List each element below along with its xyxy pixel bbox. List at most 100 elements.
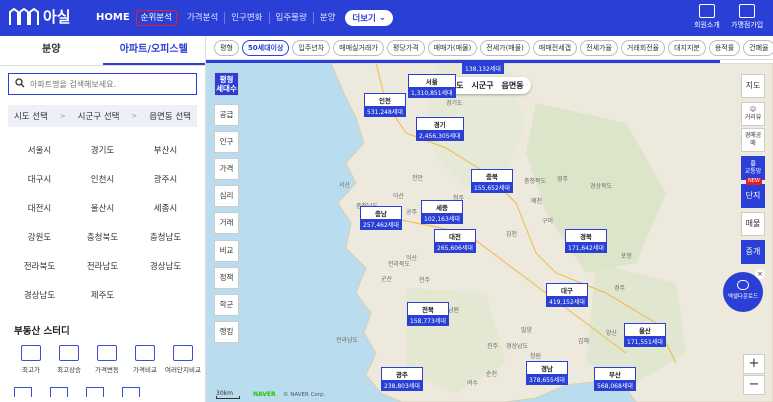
level-eupmyeondong[interactable]: 읍면동 [502,80,524,91]
tool-icon[interactable] [50,387,68,397]
region-item[interactable]: 서울시 [8,137,71,166]
map-label: 순천 [486,371,498,378]
filter-chip[interactable]: 입주년차 [292,39,331,56]
map-btn-trade[interactable]: 거래 [214,212,239,234]
filter-chip[interactable]: 평당가격 [386,39,425,56]
tool-highest-rise[interactable]: 최고상승 [50,345,88,374]
member-intro-button[interactable]: 회원소개 [694,4,720,30]
region-item[interactable]: 세종시 [134,195,197,224]
filter-chip[interactable]: 매매가(매물) [427,39,478,56]
map-marker-gyeongbuk[interactable]: 경북 171,642세대 [565,229,607,253]
map-marker-gyeongnam[interactable]: 경남 378,655세대 [526,361,568,385]
region-item[interactable]: 전라북도 [8,253,71,282]
map-marker-ulsan[interactable]: 울산 171,551세대 [624,323,666,347]
region-item[interactable]: 대구시 [8,166,71,195]
filter-chip[interactable]: 대지지분 [668,39,706,56]
region-item[interactable]: 부산시 [134,137,197,166]
map-marker-incheon[interactable]: 인천 531,248세대 [364,93,406,117]
map-marker-busan[interactable]: 부산 568,068세대 [594,367,636,391]
filter-chip[interactable]: 매매실거래가 [333,39,384,56]
map-marker-gwangju[interactable]: 광주 238,803세대 [381,367,423,391]
logo[interactable]: 아실 [9,6,71,27]
filter-chip[interactable]: 거래회전율 [620,39,666,56]
filter-chip[interactable]: 평형 [214,39,239,56]
complex-button[interactable]: NEW 단지 [741,178,765,208]
map-marker-jeonbuk[interactable]: 전북 158,773세대 [407,302,449,326]
map-btn-ranking[interactable]: 랭킹 [214,321,239,343]
tab-presale[interactable]: 분양 [0,36,103,65]
map-marker-chungnam[interactable]: 충남 257,462세대 [360,206,402,230]
region-item[interactable]: 전라남도 [71,253,134,282]
map-marker-daegu[interactable]: 대구 419,152세대 [546,283,588,307]
map-marker-seoul[interactable]: 서울 1,310,851세대 [408,74,456,98]
broker-button[interactable]: 증개 [741,240,765,264]
nav-supply[interactable]: 입주물량 [270,12,314,24]
map-btn-sentiment[interactable]: 심리 [214,185,239,207]
filter-chip[interactable]: 전세가율 [580,39,618,56]
map-label: 경상북도 [590,183,613,190]
sigungu-select[interactable]: 시군구 선택 [78,110,120,122]
rising-building-icon [59,345,79,361]
nav-presale[interactable]: 분양 [314,12,342,24]
region-item[interactable]: 경기도 [71,137,134,166]
street-view-button[interactable]: ☺ 거리뷰 [741,102,765,126]
tool-multi-compare[interactable]: 여러단지비교 [164,345,202,374]
zoom-in-button[interactable]: + [743,354,765,374]
map-btn-school[interactable]: 학군 [214,294,239,316]
region-item[interactable]: 충청북도 [71,224,134,253]
tool-label: 여러단지비교 [165,366,201,374]
nav-ranking[interactable]: 순위분석 [135,10,177,26]
sido-select[interactable]: 시도 선택 [14,110,48,122]
franchise-join-button[interactable]: 가맹점가입 [731,4,763,30]
search-input[interactable] [30,79,190,89]
map-marker-daejeon[interactable]: 대전 265,606세대 [434,229,476,253]
nav-price[interactable]: 가격분석 [181,12,226,24]
map-size-toggle[interactable]: 평형 세대수 [214,72,239,96]
close-icon[interactable]: × [755,269,765,279]
region-item[interactable]: 대전시 [8,195,71,224]
transit-button[interactable]: 🚆︎ 교통망 [741,156,765,180]
map-btn-supply[interactable]: 공급 [214,104,239,126]
map-btn-policy[interactable]: 정책 [214,267,239,289]
tab-apartment[interactable]: 아파트/오피스텔 [102,36,205,65]
more-button[interactable]: 더보기 ⌄ [345,10,394,26]
map-marker-gyeonggi[interactable]: 경기 2,456,305세대 [416,117,464,141]
tool-price-compare[interactable]: 가격비교 [126,345,164,374]
map-marker-sejong[interactable]: 세종 102,163세대 [421,200,463,224]
nav-home[interactable]: HOME [90,12,136,24]
region-item[interactable]: 강원도 [8,224,71,253]
map[interactable]: 경기도 충청북도 경상북도 충청남도 전라북도 경상남도 전라남도 서산 예천 … [206,63,773,402]
region-item[interactable]: 경상남도 [134,253,197,282]
filter-chip-active[interactable]: 50세대이상 [241,39,290,56]
map-btn-compare[interactable]: 비교 [214,240,239,262]
map-type-button[interactable]: 지도 [741,74,765,98]
tool-icon[interactable] [86,387,104,397]
tool-highest-price[interactable]: 최고가 [12,345,50,374]
region-item[interactable]: 광주시 [134,166,197,195]
nav-population[interactable]: 인구변화 [225,12,270,24]
region-item[interactable]: 충청남도 [134,224,197,253]
tool-icon[interactable] [122,387,140,397]
tool-price-change[interactable]: 가격변동 [88,345,126,374]
tool-icon[interactable] [14,387,32,397]
region-item[interactable]: 인천시 [71,166,134,195]
auction-button[interactable]: 경매공매 [741,128,765,152]
map-btn-price[interactable]: 가격 [214,158,239,180]
map-marker-chungbuk[interactable]: 충북 155,652세대 [471,169,513,193]
study-tools: 최고가 최고상승 가격변동 가격비교 여러단지비교 [12,345,205,374]
map-marker-gangwon[interactable]: 138,132세대 [462,63,504,74]
map-btn-population[interactable]: 인구 [214,131,239,153]
level-sigungu[interactable]: 시군구 [471,80,493,91]
region-item[interactable]: 울산시 [71,195,134,224]
filter-chip[interactable]: 용적률 [708,39,741,56]
filter-chip[interactable]: 건폐율 [743,39,773,56]
region-item[interactable]: 제주도 [71,282,134,311]
filter-chip[interactable]: 전세가(매물) [480,39,530,56]
zoom-out-button[interactable]: − [743,375,765,395]
eupmyeondong-select[interactable]: 읍면동 선택 [149,110,191,122]
region-item[interactable]: 경상남도 [8,282,71,311]
excel-download-button[interactable]: × 엑셀다운로드 [723,269,765,312]
listing-button[interactable]: 매물 [741,212,765,236]
filter-chip[interactable]: 매매전세갭 [532,39,578,56]
marker-value: 1,310,851세대 [408,87,456,98]
